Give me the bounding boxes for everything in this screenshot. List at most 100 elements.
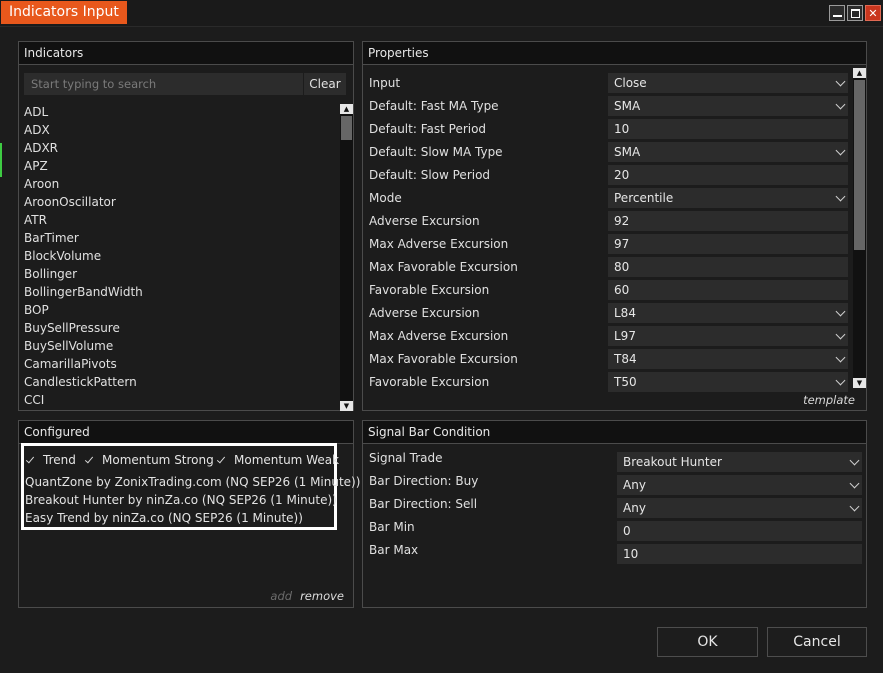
signal-label: Bar Direction: Sell (369, 497, 478, 511)
indicator-item[interactable]: CCI (24, 391, 334, 409)
chevron-down-icon[interactable] (835, 99, 846, 110)
close-button[interactable]: ✕ (865, 5, 881, 21)
property-label: Favorable Excursion (369, 283, 490, 297)
signal-row: Bar Min 0 (369, 520, 862, 541)
indicator-item[interactable]: BlockVolume (24, 247, 334, 265)
indicators-header: Indicators (19, 42, 353, 65)
properties-scrollbar[interactable]: ▲ ▼ (853, 68, 866, 388)
title-bar[interactable]: Indicators Input ✕ (0, 0, 883, 27)
window-controls: ✕ (829, 5, 881, 21)
signal-value: Any (623, 478, 646, 492)
chevron-down-icon[interactable] (835, 329, 846, 340)
configured-actions: add remove (270, 589, 344, 603)
signal-dropdown[interactable]: Any (617, 498, 862, 518)
indicator-item[interactable]: CandlestickPattern (24, 373, 334, 391)
property-row: Input Close (369, 73, 848, 93)
indicator-item[interactable]: APZ (24, 157, 334, 175)
chevron-down-icon[interactable] (835, 375, 846, 386)
property-input[interactable]: 80 (608, 257, 848, 277)
property-dropdown[interactable]: Percentile (608, 188, 848, 208)
checkbox-label: Momentum Weak (234, 453, 340, 467)
property-value: L84 (614, 306, 636, 320)
scroll-thumb[interactable] (341, 116, 352, 140)
property-input[interactable]: 97 (608, 234, 848, 254)
filter-checkbox[interactable]: Momentum Weak (216, 453, 339, 467)
chevron-down-icon[interactable] (849, 455, 860, 466)
configured-item[interactable]: Easy Trend by ninZa.co (NQ SEP26 (1 Minu… (25, 509, 337, 527)
ok-button[interactable]: OK (657, 627, 758, 657)
property-dropdown[interactable]: L97 (608, 326, 848, 346)
signal-input[interactable]: 10 (617, 544, 862, 564)
clear-search-button[interactable]: Clear (304, 73, 346, 95)
property-dropdown[interactable]: T50 (608, 372, 848, 392)
indicator-item[interactable]: BarTimer (24, 229, 334, 247)
checkmark-icon[interactable] (216, 455, 226, 465)
indicator-item[interactable]: BuySellVolume (24, 337, 334, 355)
window-title: Indicators Input (1, 1, 127, 24)
configured-header: Configured (19, 421, 353, 444)
property-value: 60 (614, 283, 630, 297)
chevron-down-icon[interactable] (849, 501, 860, 512)
chevron-down-icon[interactable] (835, 76, 846, 87)
signal-dropdown[interactable]: Breakout Hunter (617, 452, 862, 472)
indicator-item[interactable]: BOP (24, 301, 334, 319)
indicator-item[interactable]: ADL (24, 103, 334, 121)
cancel-button[interactable]: Cancel (767, 627, 867, 657)
indicator-item[interactable]: ADXR (24, 139, 334, 157)
signal-input[interactable]: 0 (617, 521, 862, 541)
checkmark-icon[interactable] (25, 455, 35, 465)
property-dropdown[interactable]: L84 (608, 303, 848, 323)
filter-checkbox[interactable]: Momentum Strong (84, 453, 214, 467)
template-link[interactable]: template (803, 393, 855, 407)
chevron-down-icon[interactable] (849, 478, 860, 489)
scroll-up-icon[interactable]: ▲ (340, 104, 353, 114)
indicator-item[interactable]: Bollinger (24, 265, 334, 283)
property-input[interactable]: 20 (608, 165, 848, 185)
scroll-down-icon[interactable]: ▼ (853, 378, 866, 388)
checkmark-icon[interactable] (84, 455, 94, 465)
indicator-search-input[interactable] (24, 73, 303, 95)
indicator-item[interactable]: ADX (24, 121, 334, 139)
property-dropdown[interactable]: Close (608, 73, 848, 93)
property-row: Max Adverse Excursion L97 (369, 326, 848, 346)
indicator-item[interactable]: Aroon (24, 175, 334, 193)
indicator-item[interactable]: ATR (24, 211, 334, 229)
minimize-button[interactable] (829, 5, 845, 21)
chevron-down-icon[interactable] (835, 306, 846, 317)
configured-item[interactable]: Breakout Hunter by ninZa.co (NQ SEP26 (1… (25, 491, 337, 509)
scroll-thumb[interactable] (854, 80, 865, 250)
property-row: Mode Percentile (369, 188, 848, 208)
property-input[interactable]: 92 (608, 211, 848, 231)
checkbox-label: Trend (43, 453, 76, 467)
property-label: Adverse Excursion (369, 306, 480, 320)
scroll-up-icon[interactable]: ▲ (853, 68, 866, 78)
chevron-down-icon[interactable] (835, 145, 846, 156)
property-dropdown[interactable]: T84 (608, 349, 848, 369)
indicator-item[interactable]: BollingerBandWidth (24, 283, 334, 301)
property-input[interactable]: 10 (608, 119, 848, 139)
indicator-item[interactable]: BuySellPressure (24, 319, 334, 337)
scroll-down-icon[interactable]: ▼ (340, 401, 353, 411)
configured-item[interactable]: QuantZone by ZonixTrading.com (NQ SEP26 … (25, 473, 360, 491)
indicator-list[interactable]: ADL ADX ADXR APZ Aroon AroonOscillator ATR BarT… (24, 103, 334, 409)
property-dropdown[interactable]: SMA (608, 96, 848, 116)
property-dropdown[interactable]: SMA (608, 142, 848, 162)
indicator-item[interactable]: AroonOscillator (24, 193, 334, 211)
maximize-button[interactable] (847, 5, 863, 21)
signal-header: Signal Bar Condition (363, 421, 866, 444)
property-input[interactable]: 60 (608, 280, 848, 300)
chevron-down-icon[interactable] (835, 191, 846, 202)
property-value: 10 (614, 122, 630, 136)
property-value: L97 (614, 329, 636, 343)
indicator-item[interactable]: CamarillaPivots (24, 355, 334, 373)
filter-checkbox[interactable]: Trend (25, 453, 76, 467)
property-row: Favorable Excursion 60 (369, 280, 848, 300)
signal-value: 10 (623, 547, 639, 561)
configured-list[interactable]: QuantZone by ZonixTrading.com (NQ SEP26 … (25, 473, 360, 527)
signal-dropdown[interactable]: Any (617, 475, 862, 495)
chevron-down-icon[interactable] (835, 352, 846, 363)
add-link[interactable]: add (270, 589, 292, 603)
indicator-list-scrollbar[interactable]: ▲ ▼ (340, 104, 353, 411)
remove-link[interactable]: remove (300, 589, 344, 603)
property-label: Max Adverse Excursion (369, 329, 509, 343)
